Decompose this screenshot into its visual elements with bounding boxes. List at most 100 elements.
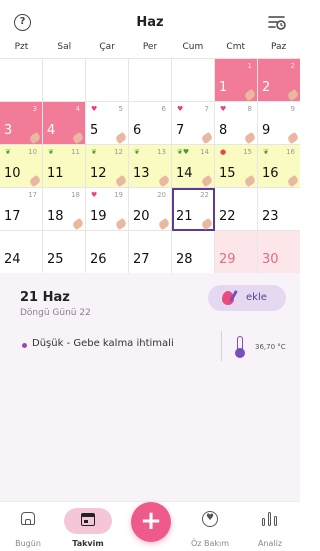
nav-selfcare[interactable]: ♥ Öz Bakım — [188, 508, 232, 548]
calendar-day-cell[interactable]: 30 — [258, 231, 300, 274]
note-leaf-icon — [157, 174, 171, 188]
note-leaf-icon — [200, 174, 214, 188]
calendar-day-cell[interactable]: 19 ♥ 19 — [86, 188, 129, 231]
calendar-day-cell[interactable]: 13 ❦ 13 — [129, 145, 172, 188]
calendar-day-cell[interactable]: 22 21 — [172, 188, 215, 231]
calendar-day-cell[interactable]: 20 20 — [129, 188, 172, 231]
day-number: 18 — [47, 209, 64, 224]
nav-analysis[interactable]: Analiz — [248, 508, 292, 548]
calendar-day-cell[interactable]: 14 ❦♥ 14 — [172, 145, 215, 188]
day-number: 2 — [262, 80, 271, 95]
weekday-label: Sal — [57, 42, 72, 52]
note-leaf-icon — [71, 217, 85, 231]
divider — [221, 331, 222, 361]
heart-mark-icon: ♥ — [220, 105, 227, 113]
day-number: 29 — [219, 252, 236, 267]
day-number: 16 — [262, 166, 279, 181]
calendar-day-cell[interactable]: 23 — [258, 188, 300, 231]
calendar-day-cell[interactable]: 27 — [129, 231, 172, 274]
heart-mark-icon: ♥ — [177, 105, 184, 113]
note-leaf-icon — [71, 131, 85, 145]
calendar-day-cell[interactable]: 10 ❦ 10 — [0, 145, 43, 188]
calendar-settings-icon[interactable] — [268, 14, 286, 30]
month-title[interactable]: Haz — [0, 15, 300, 30]
calendar-day-cell[interactable]: 25 — [43, 231, 86, 274]
note-leaf-icon — [200, 131, 214, 145]
day-number: 1 — [219, 80, 228, 95]
day-number: 6 — [133, 123, 142, 138]
calendar-day-cell[interactable]: 12 ❦ 12 — [86, 145, 129, 188]
header: ? Haz — [0, 0, 300, 42]
add-button[interactable]: + — [131, 502, 171, 542]
calendar-day-cell[interactable]: 33 — [0, 102, 43, 145]
note-leaf-icon — [28, 131, 42, 145]
day-number: 30 — [262, 252, 279, 267]
calendar-icon — [81, 513, 95, 526]
calendar-day-cell[interactable]: 7 ♥ 7 — [172, 102, 215, 145]
calendar-day-cell[interactable]: 26 — [86, 231, 129, 274]
cycle-day-number: 11 — [71, 148, 80, 156]
day-number: 9 — [262, 123, 271, 138]
sprout-mark-icon: ❦ — [48, 148, 54, 156]
cycle-day-number: 18 — [71, 191, 80, 199]
day-number: 8 — [219, 123, 228, 138]
calendar-week-row: 10 ❦ 10 11 ❦ 11 12 ❦ 12 13 ❦ 13 14 ❦♥ 14 15 ● 15 16 ❦ 16 — [0, 145, 300, 188]
cycle-day-number: 6 — [161, 105, 166, 113]
calendar-empty-cell — [43, 59, 86, 102]
calendar-day-cell[interactable]: 22 — [258, 59, 300, 102]
note-leaf-icon — [286, 88, 300, 102]
pregnancy-probability: Düşük - Gebe kalma ihtimali — [32, 338, 174, 349]
note-leaf-icon — [243, 131, 257, 145]
bar-chart-icon — [262, 512, 278, 526]
temperature-value[interactable]: 36,70 °C — [255, 343, 286, 351]
note-leaf-icon — [200, 217, 214, 231]
calendar-day-cell[interactable]: 44 — [43, 102, 86, 145]
nav-selfcare-label: Öz Bakım — [190, 539, 230, 548]
day-number: 19 — [90, 209, 107, 224]
calendar-day-cell[interactable]: 18 18 — [43, 188, 86, 231]
cycle-day-number: 22 — [200, 191, 209, 199]
note-leaf-icon — [157, 217, 171, 231]
day-number: 5 — [90, 123, 99, 138]
day-number: 15 — [219, 166, 236, 181]
nav-calendar[interactable]: Takvim — [66, 508, 110, 548]
calendar-week-row: 1122 — [0, 59, 300, 102]
cycle-day-label: Döngü Günü 22 — [20, 308, 91, 318]
calendar-week-row: 24 25 26 27 28 29 30 — [0, 231, 300, 274]
calendar-day-cell[interactable]: 22 — [215, 188, 258, 231]
note-leaf-icon — [243, 174, 257, 188]
calendar-day-cell[interactable]: 66 — [129, 102, 172, 145]
calendar-day-cell[interactable]: 11 — [215, 59, 258, 102]
day-number: 28 — [176, 252, 193, 267]
cycle-day-number: 12 — [114, 148, 123, 156]
day-number: 22 — [219, 209, 236, 224]
calendar-day-cell[interactable]: 28 — [172, 231, 215, 274]
day-number: 20 — [133, 209, 150, 224]
note-leaf-icon — [114, 174, 128, 188]
cycle-day-number: 9 — [290, 105, 295, 113]
calendar-day-cell[interactable]: 99 — [258, 102, 300, 145]
cycle-day-number: 2 — [290, 62, 295, 70]
calendar-day-cell[interactable]: 24 — [0, 231, 43, 274]
weekday-label: Cmt — [226, 42, 246, 52]
sprout-mark-icon: ❦ — [5, 148, 11, 156]
dot-mark-icon: ● — [220, 148, 227, 156]
nav-analysis-label: Analiz — [257, 539, 283, 548]
weekday-header: Pzt Sal Çar Per Cum Cmt Paz — [0, 42, 300, 58]
nav-today[interactable]: Bugün — [6, 508, 50, 548]
cycle-day-number: 5 — [118, 105, 123, 113]
calendar-day-cell[interactable]: 15 ● 15 — [215, 145, 258, 188]
calendar-day-cell[interactable]: 29 — [215, 231, 258, 274]
calendar-day-cell[interactable]: 17 17 — [0, 188, 43, 231]
selected-date: 21 Haz — [20, 290, 70, 305]
heart-mark-icon: ♥ — [91, 191, 98, 199]
calendar-day-cell[interactable]: 8 ♥ 8 — [215, 102, 258, 145]
calendar-day-cell[interactable]: 5 ♥ 5 — [86, 102, 129, 145]
day-detail-panel: 21 Haz Döngü Günü 22 ekle Düşük - Gebe k… — [0, 273, 300, 501]
cycle-day-number: 4 — [75, 105, 80, 113]
day-number: 11 — [47, 166, 64, 181]
calendar-grid: 1 1 2 2 3 3 4 4 5 ♥ 5 6 6 7 ♥ 7 8 ♥ 8 9 9 10 ❦ 10 11 ❦ 11 12 ❦ 12 13 ❦ 1… — [0, 58, 300, 274]
calendar-day-cell[interactable]: 16 ❦ 16 — [258, 145, 300, 188]
add-entry-button[interactable]: ekle — [208, 285, 286, 311]
calendar-day-cell[interactable]: 11 ❦ 11 — [43, 145, 86, 188]
